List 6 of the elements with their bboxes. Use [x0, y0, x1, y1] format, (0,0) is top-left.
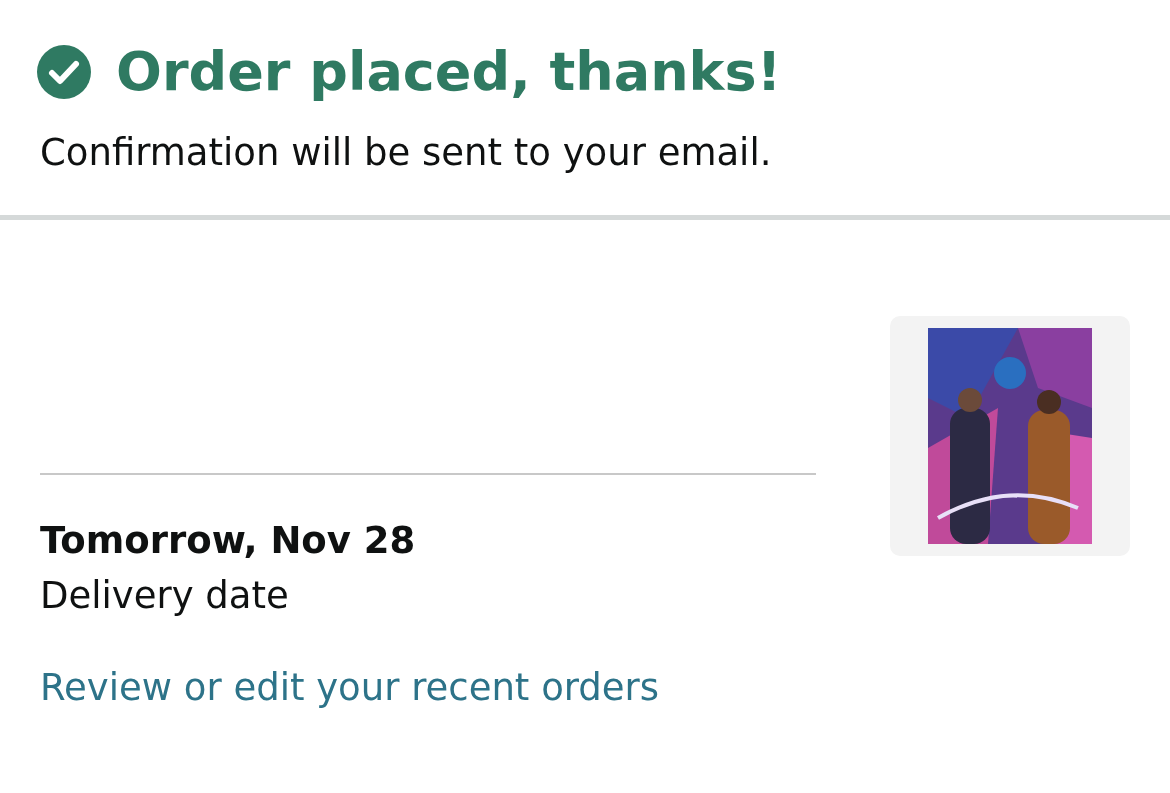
delivery-date: Tomorrow, Nov 28: [40, 519, 417, 564]
recent-orders-link[interactable]: Review or edit your recent orders: [40, 659, 660, 716]
delivery-date-label: Delivery date: [40, 573, 290, 618]
confirmation-message: Confirmation will be sent to your email.: [40, 130, 773, 176]
check-circle-icon: [36, 44, 92, 101]
order-confirmation-title: Order placed, thanks!: [116, 40, 782, 105]
